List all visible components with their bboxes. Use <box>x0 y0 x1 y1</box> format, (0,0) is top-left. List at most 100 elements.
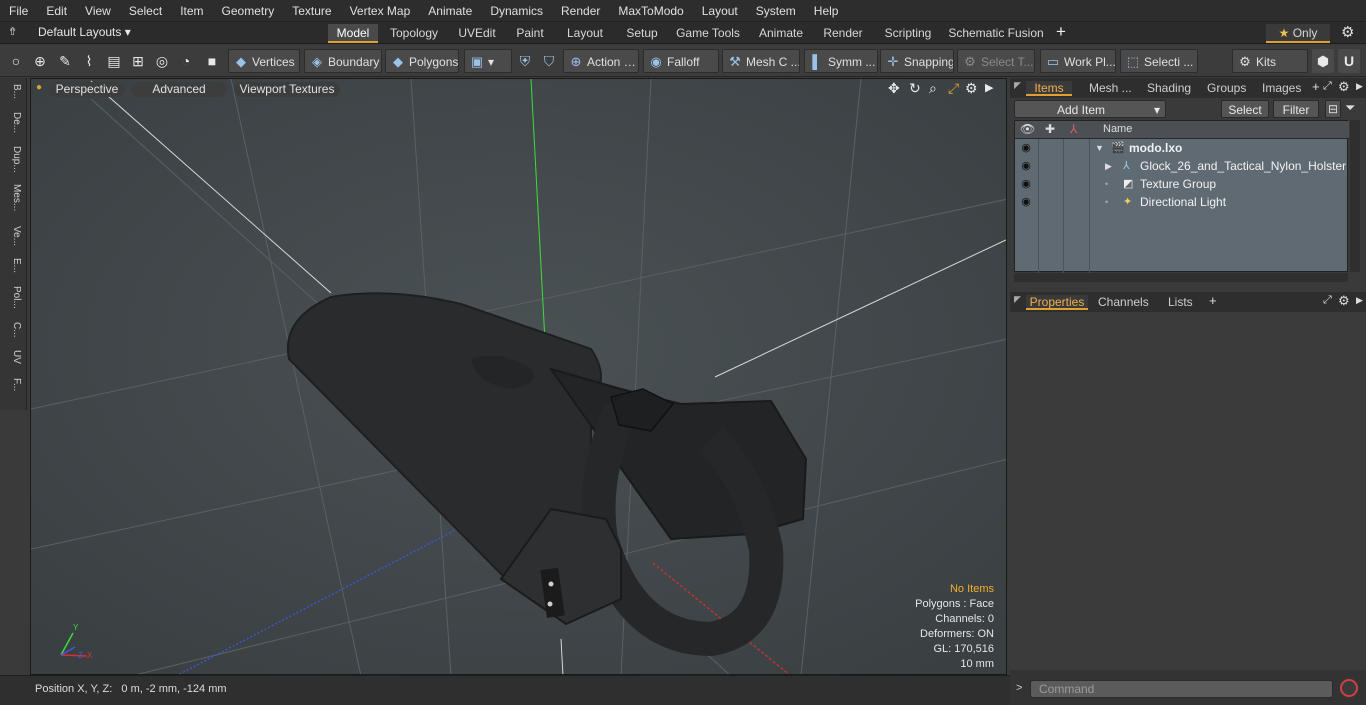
tab-layout[interactable]: Layout <box>556 24 614 43</box>
mesh-constraints-button[interactable]: ⚒ Mesh C ... <box>722 49 800 73</box>
menu-dynamics[interactable]: Dynamics <box>481 4 552 18</box>
vertices-button[interactable]: ◆ Vertices <box>228 49 300 73</box>
center-icon[interactable]: ⊞ <box>127 49 149 73</box>
move-view-icon[interactable]: ✥ <box>888 80 900 97</box>
tab-images[interactable]: Images <box>1262 81 1301 96</box>
circle-select-icon[interactable]: ○ <box>5 49 27 73</box>
menu-view[interactable]: View <box>76 4 120 18</box>
left-tab-curve[interactable]: C... <box>4 322 22 344</box>
panel-menu-icon[interactable]: ◤ <box>1014 294 1021 305</box>
list-item[interactable]: ◉ • ◩ Texture Group <box>1015 175 1349 193</box>
material-mode-button[interactable]: ▣ ▾ <box>464 49 512 73</box>
rotate-view-icon[interactable]: ↻ <box>909 80 921 97</box>
tab-channels[interactable]: Channels <box>1098 295 1149 310</box>
funnel-filter-icon[interactable]: ⏷ <box>1345 100 1355 116</box>
left-tab-polygon[interactable]: Pol... <box>4 286 22 316</box>
menu-select[interactable]: Select <box>120 4 171 18</box>
solid-mode-icon[interactable]: ■ <box>201 49 223 73</box>
tab-shading[interactable]: Shading <box>1147 81 1191 96</box>
brush-icon[interactable]: ⌇ <box>78 49 100 73</box>
viewport-expand-icon[interactable]: ▶ <box>985 81 993 94</box>
tab-lists[interactable]: Lists <box>1168 295 1193 310</box>
work-plane-button[interactable]: ▭ Work Pl... <box>1040 49 1116 73</box>
add-item-button[interactable]: Add Item ▾ <box>1014 100 1166 118</box>
left-tab-uv[interactable]: UV <box>4 350 22 372</box>
visibility-eye-icon[interactable]: ◉ <box>1019 139 1033 157</box>
add-tab-icon[interactable]: + <box>1209 293 1217 308</box>
select-through-button[interactable]: ⚙ Select T... <box>957 49 1035 73</box>
panel-menu-icon[interactable]: ◤ <box>1014 80 1021 91</box>
tab-animate[interactable]: Animate <box>752 24 810 43</box>
collapse-icon[interactable]: ⊟ <box>1325 100 1341 118</box>
list-item[interactable]: ◉ • ✦ Directional Light <box>1015 193 1349 211</box>
tab-items[interactable]: Items <box>1026 81 1072 96</box>
panel-gear-icon[interactable]: ⚙ <box>1338 293 1350 309</box>
left-tab-fusion[interactable]: F... <box>4 378 22 404</box>
left-tab-vertex[interactable]: Ve... <box>4 226 22 252</box>
kits-button[interactable]: ⚙ Kits <box>1232 49 1308 73</box>
menu-item[interactable]: Item <box>171 4 212 18</box>
perspective-button[interactable]: Perspective <box>49 82 125 97</box>
tab-model[interactable]: Model <box>328 24 378 43</box>
left-tab-edge[interactable]: E... <box>4 258 22 280</box>
panel-gear-icon[interactable]: ⚙ <box>1338 79 1350 95</box>
unreal-icon[interactable]: U <box>1338 49 1360 73</box>
items-hscrollbar[interactable] <box>1014 273 1348 282</box>
tab-paint[interactable]: Paint <box>510 24 550 43</box>
viewport-menu-dot-icon[interactable]: ● <box>36 82 42 93</box>
unity-icon[interactable]: ⬢ <box>1312 49 1334 73</box>
menu-layout[interactable]: Layout <box>693 4 747 18</box>
menu-animate[interactable]: Animate <box>419 4 481 18</box>
layout-select[interactable]: Default Layouts ▾ <box>38 25 131 39</box>
selection-sets-button[interactable]: ⬚ Selecti ... <box>1120 49 1198 73</box>
polygons-button[interactable]: ◆ Polygons <box>385 49 459 73</box>
zoom-view-icon[interactable]: ⌕ <box>929 80 937 97</box>
clock-icon[interactable]: ◔ <box>175 49 197 73</box>
menu-help[interactable]: Help <box>805 4 848 18</box>
falloff-button[interactable]: ◉ Falloff <box>643 49 719 73</box>
tab-schematic-fusion[interactable]: Schematic Fusion <box>946 24 1046 43</box>
tab-setup[interactable]: Setup <box>620 24 664 43</box>
record-macro-icon[interactable] <box>1340 679 1358 697</box>
left-tab-mesh-edit[interactable]: Mes... <box>4 184 22 218</box>
left-tab-deform[interactable]: De... <box>4 112 22 142</box>
items-scrollbar[interactable] <box>1350 120 1360 272</box>
menu-system[interactable]: System <box>747 4 805 18</box>
menu-edit[interactable]: Edit <box>37 4 76 18</box>
filter-button[interactable]: Filter <box>1273 100 1319 118</box>
menu-render[interactable]: Render <box>552 4 609 18</box>
frame-icon[interactable]: ◎ <box>151 49 173 73</box>
visibility-eye-icon[interactable]: ◉ <box>1019 157 1033 175</box>
visibility-eye-icon[interactable]: ◉ <box>1019 193 1033 211</box>
tab-mesh[interactable]: Mesh ... <box>1089 81 1132 96</box>
layout-toggle-icon[interactable]: ⇮ <box>8 25 17 38</box>
action-center-button[interactable]: ⊕ Action … <box>563 49 639 73</box>
symmetry-shield-icon[interactable]: ⛨ <box>514 49 536 73</box>
left-tab-basic[interactable]: B... <box>4 84 22 106</box>
tab-uvedit[interactable]: UVEdit <box>450 24 504 43</box>
add-tab-icon[interactable]: + <box>1312 79 1320 94</box>
3d-viewport[interactable]: Y X Z ● Perspective Advanced Viewport Te… <box>30 78 1007 675</box>
expand-arrow-icon[interactable]: ▶ <box>1105 157 1112 175</box>
visibility-eye-icon[interactable]: ◉ <box>1019 175 1033 193</box>
tab-game-tools[interactable]: Game Tools <box>670 24 746 43</box>
select-button[interactable]: Select <box>1221 100 1269 118</box>
tab-topology[interactable]: Topology <box>384 24 444 43</box>
maximize-view-icon[interactable]: ⤢ <box>948 80 959 97</box>
symmetry-button[interactable]: ▌ Symm ... <box>804 49 878 73</box>
only-toggle[interactable]: ★ Only <box>1266 24 1330 43</box>
expand-icon[interactable]: ⤢ <box>1323 80 1332 93</box>
advanced-button[interactable]: Advanced <box>131 82 227 97</box>
expand-icon[interactable]: ⤢ <box>1323 294 1332 307</box>
menu-texture[interactable]: Texture <box>283 4 340 18</box>
viewport-textures-button[interactable]: Viewport Textures <box>234 82 340 97</box>
list-item[interactable]: ◉ ▶ ⅄ Glock_26_and_Tactical_Nylon_Holste… <box>1015 157 1349 175</box>
tab-render[interactable]: Render <box>816 24 870 43</box>
gear-icon[interactable]: ⚙ <box>1341 23 1354 41</box>
tab-groups[interactable]: Groups <box>1207 81 1246 96</box>
align-icon[interactable]: ▤ <box>103 49 125 73</box>
menu-maxtomodo[interactable]: MaxToModo <box>609 4 692 18</box>
tab-properties[interactable]: Properties <box>1026 295 1088 310</box>
panel-arrow-icon[interactable]: ▶ <box>1356 81 1363 92</box>
pen-tool-icon[interactable]: ✎ <box>54 49 76 73</box>
